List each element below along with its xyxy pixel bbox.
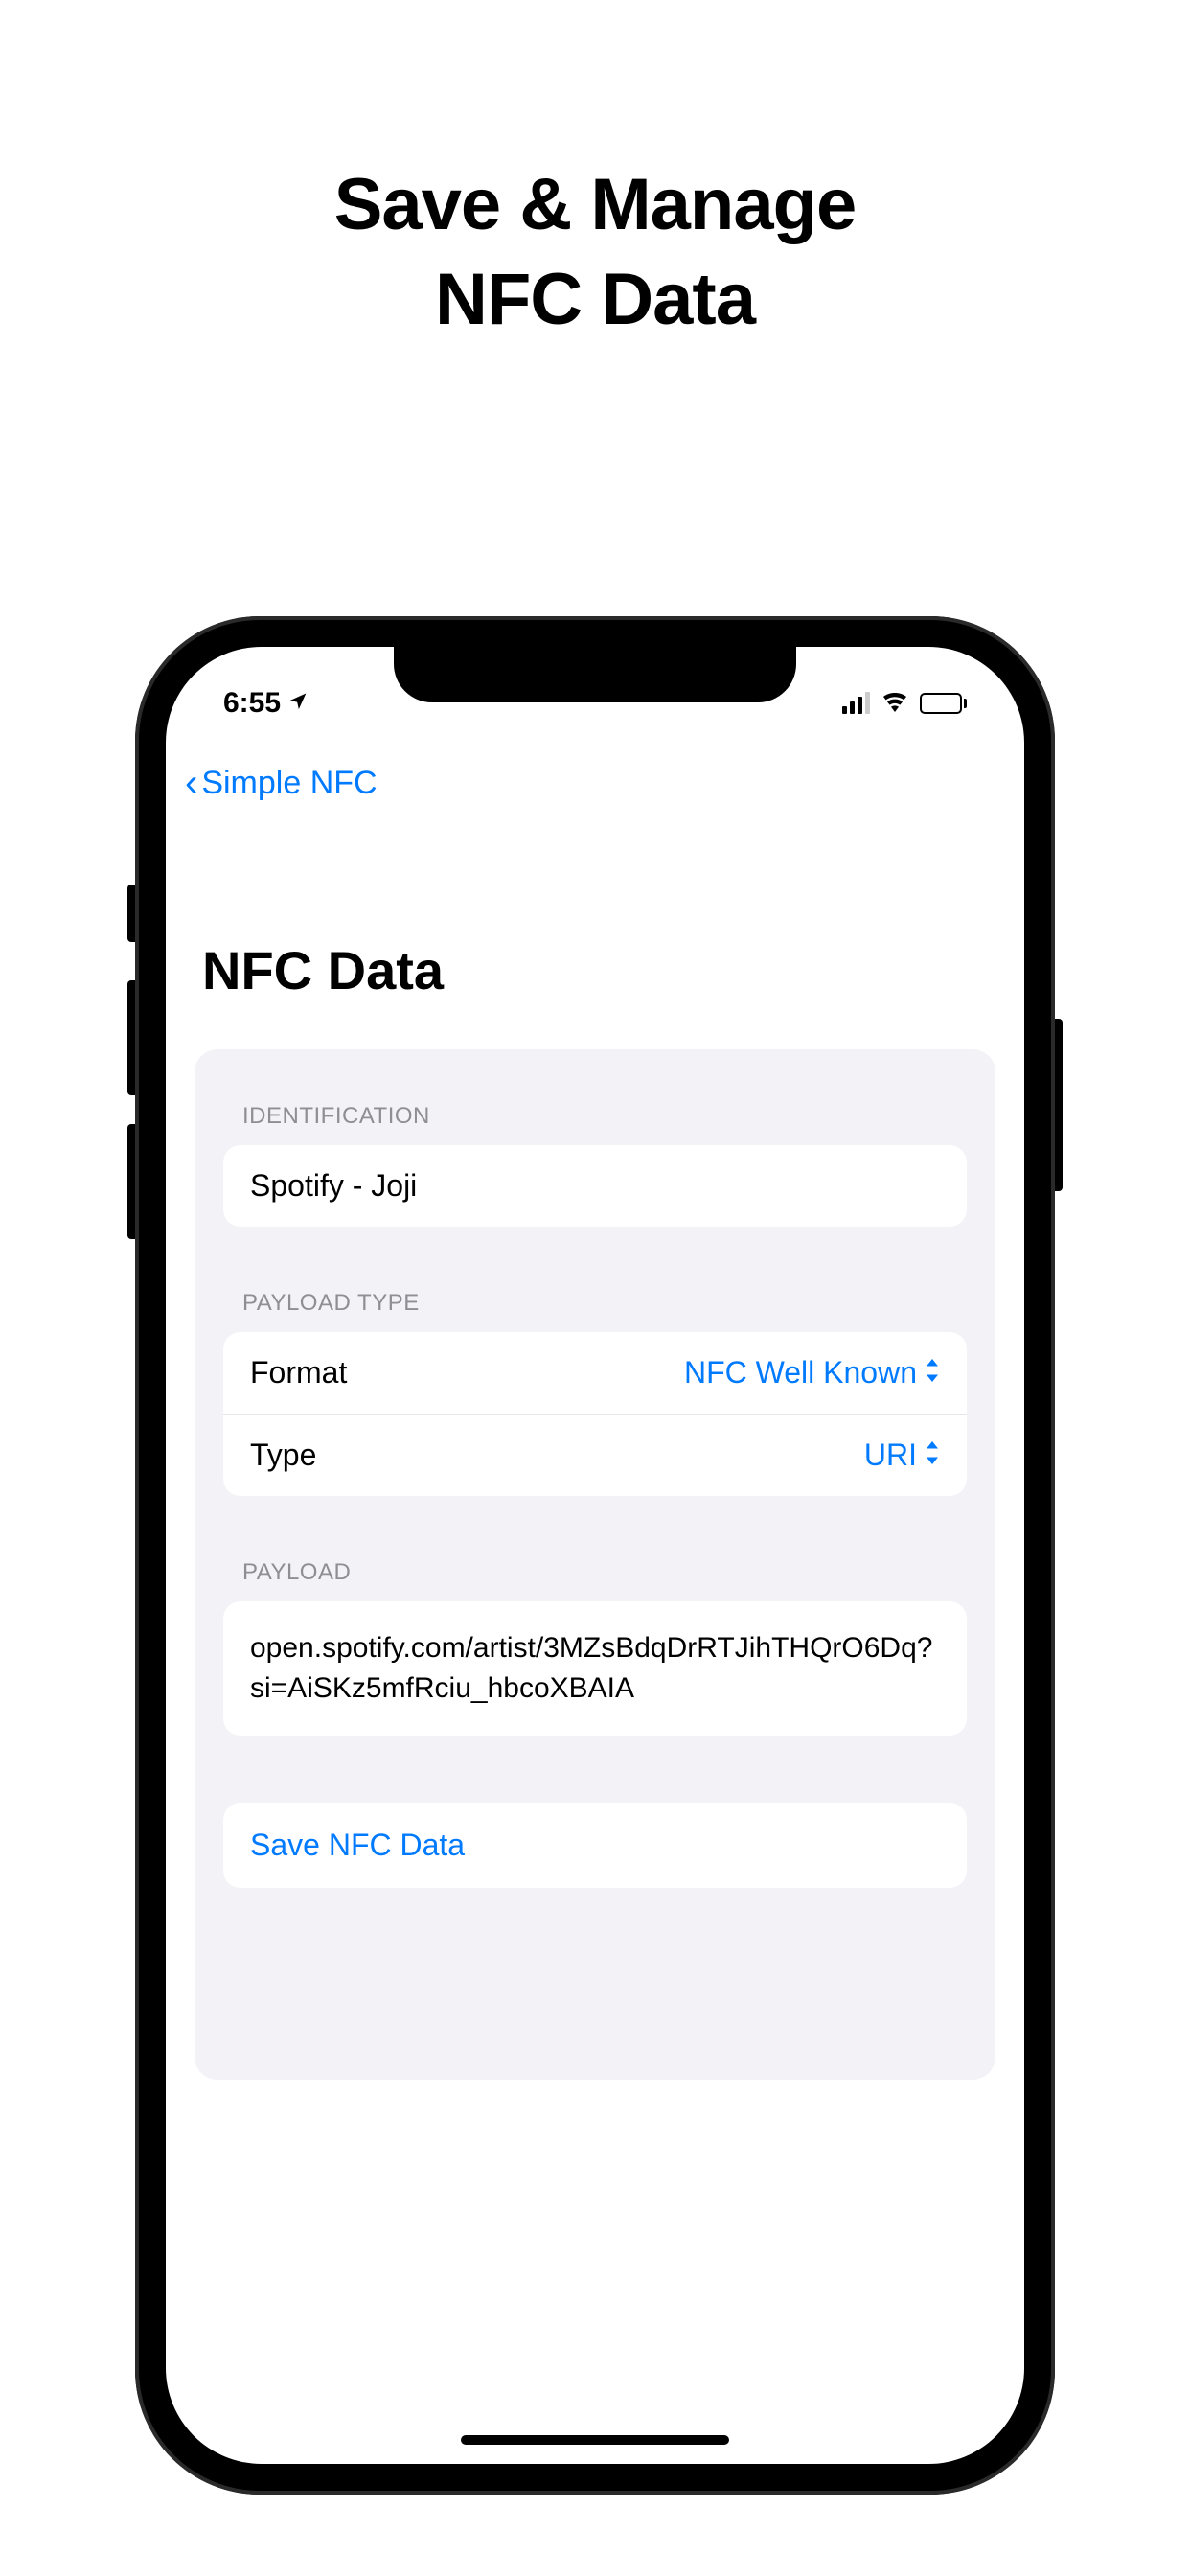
identification-card: Spotify - Joji (223, 1145, 967, 1227)
type-row[interactable]: Type URI (223, 1414, 967, 1496)
headline-line-1: Save & Manage (334, 164, 857, 245)
format-value-selector: NFC Well Known (684, 1355, 940, 1391)
location-icon (288, 690, 308, 717)
headline-line-2: NFC Data (435, 259, 755, 340)
phone-mockup: 6:55 (135, 616, 1055, 2495)
type-value: URI (864, 1438, 917, 1473)
payload-value[interactable]: open.spotify.com/artist/3MZsBdqDrRTJihTH… (223, 1601, 967, 1736)
chevron-updown-icon (925, 1441, 940, 1469)
back-button[interactable]: ‹ Simple NFC (185, 762, 378, 805)
phone-frame: 6:55 (135, 616, 1055, 2495)
navigation-bar: ‹ Simple NFC (166, 733, 1024, 824)
payload-type-header: PAYLOAD TYPE (223, 1275, 967, 1332)
phone-notch (394, 647, 796, 702)
wifi-icon (880, 689, 910, 717)
back-button-label: Simple NFC (201, 765, 377, 802)
format-value: NFC Well Known (684, 1355, 917, 1391)
battery-icon (920, 693, 967, 714)
phone-screen: 6:55 (166, 647, 1024, 2464)
phone-mute-switch (127, 885, 135, 942)
payload-card: open.spotify.com/artist/3MZsBdqDrRTJihTH… (223, 1601, 967, 1736)
status-bar-right (842, 689, 967, 717)
home-indicator[interactable] (461, 2435, 729, 2445)
phone-volume-down (127, 1124, 135, 1239)
payload-type-card: Format NFC Well Known Type URI (223, 1332, 967, 1496)
chevron-updown-icon (925, 1359, 940, 1387)
identification-value: Spotify - Joji (250, 1168, 417, 1204)
type-label: Type (250, 1438, 316, 1473)
cellular-icon (842, 692, 870, 714)
format-label: Format (250, 1355, 347, 1391)
identification-row[interactable]: Spotify - Joji (223, 1145, 967, 1227)
phone-volume-up (127, 980, 135, 1095)
payload-header: PAYLOAD (223, 1544, 967, 1601)
type-value-selector: URI (864, 1438, 940, 1473)
identification-header: IDENTIFICATION (223, 1088, 967, 1145)
marketing-headline: Save & Manage NFC Data (334, 158, 857, 348)
status-time: 6:55 (223, 687, 281, 720)
format-row[interactable]: Format NFC Well Known (223, 1332, 967, 1414)
save-nfc-data-button[interactable]: Save NFC Data (223, 1803, 967, 1888)
phone-power-button (1055, 1019, 1063, 1191)
content-area: IDENTIFICATION Spotify - Joji PAYLOAD TY… (195, 1049, 995, 2080)
page-title: NFC Data (166, 824, 1024, 1030)
chevron-left-icon: ‹ (185, 762, 197, 805)
status-bar-left: 6:55 (223, 687, 308, 720)
